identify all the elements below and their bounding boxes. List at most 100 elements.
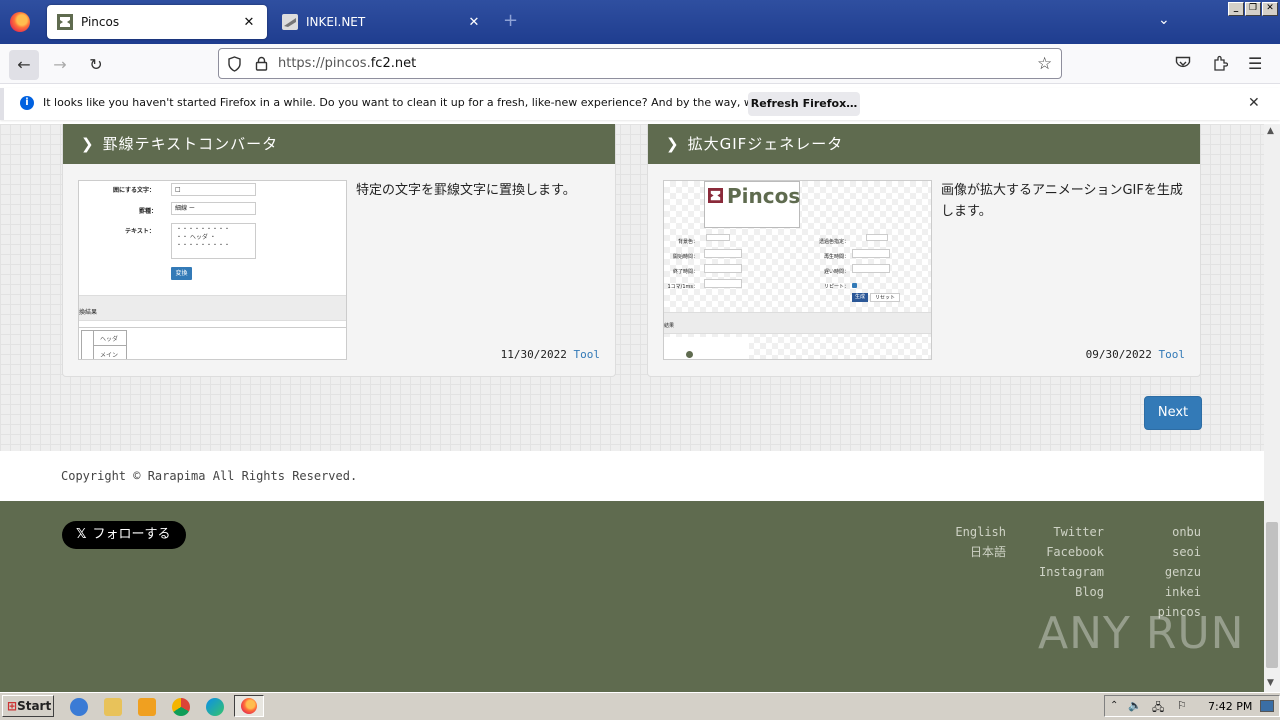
chrome-icon[interactable]	[172, 698, 190, 716]
thumb-label: 背景色：	[677, 239, 698, 245]
card-date: 09/30/2022	[1085, 348, 1152, 361]
bookmark-star-icon[interactable]: ☆	[1037, 54, 1052, 74]
footer-link-english[interactable]: English	[946, 522, 1006, 542]
url-prefix: https://pincos.	[278, 56, 371, 71]
thumb-input	[852, 264, 890, 273]
start-label: Start	[17, 699, 52, 713]
copyright-text: Copyright © Rarapima All Rights Reserved…	[61, 469, 358, 483]
thumb-label: 終了時間：	[672, 269, 698, 275]
hamburger-menu-icon[interactable]: ☰	[1248, 54, 1262, 73]
info-icon: i	[20, 96, 34, 110]
thumb-logo-box: Pincos	[704, 181, 800, 228]
card-meta: 11/30/2022 Tool	[501, 348, 600, 361]
thumb-input	[852, 249, 890, 258]
close-tab-icon[interactable]: ✕	[466, 15, 482, 30]
card-tag-link[interactable]: Tool	[1159, 348, 1186, 361]
volume-icon[interactable]: 🔈	[1128, 699, 1142, 712]
tab-inkei[interactable]: INKEI.NET ✕	[272, 5, 492, 39]
chevron-down-icon[interactable]: ⌄	[1158, 12, 1170, 28]
url-text[interactable]: https://pincos.fc2.net	[278, 56, 416, 71]
scrollbar-thumb[interactable]	[1266, 522, 1278, 668]
thumb-label: 罫種：	[139, 208, 158, 215]
back-icon[interactable]: ←	[9, 50, 39, 80]
thumb-table-cell: メイン	[100, 352, 119, 359]
footer-link-instagram[interactable]: Instagram	[1024, 562, 1104, 582]
thumb-button: 変換	[171, 267, 192, 280]
card-tag-link[interactable]: Tool	[574, 348, 601, 361]
windows-flag-icon: ⊞	[7, 699, 18, 713]
show-desktop-icon[interactable]	[1260, 700, 1274, 712]
thumb-labels-right: 透過色指定： 再生時間： 遅い時間： リピート：	[804, 235, 849, 295]
footer-link-genzu[interactable]: genzu	[1140, 562, 1201, 582]
edge-icon[interactable]	[206, 698, 224, 716]
ie-icon[interactable]	[70, 698, 88, 716]
shield-icon[interactable]	[227, 56, 242, 72]
close-tab-icon[interactable]: ✕	[241, 15, 257, 30]
start-button[interactable]: ⊞Start	[2, 695, 54, 717]
pincos-favicon-icon	[57, 14, 73, 30]
footer-link-twitter[interactable]: Twitter	[1024, 522, 1104, 542]
footer-link-japanese[interactable]: 日本語	[946, 542, 1006, 562]
thumb-logo-text: Pincos	[727, 184, 801, 208]
flag-icon[interactable]: ⚐	[1177, 699, 1187, 712]
card-title[interactable]: ❯ 罫線テキストコンバータ	[63, 124, 615, 164]
card-thumbnail[interactable]: 囲にする文字： □ 罫種： 細線 ー テキスト： ・・・・・・・・・ ・・ ヘッダ…	[78, 180, 347, 360]
thumb-button: リセット	[870, 293, 900, 302]
refresh-firefox-button[interactable]: Refresh Firefox…	[748, 92, 860, 116]
network-icon[interactable]: 🖧	[1152, 699, 1164, 718]
tab-title: Pincos	[81, 15, 120, 29]
new-tab-icon[interactable]: +	[503, 10, 518, 31]
firefox-menu-icon[interactable]	[10, 12, 30, 32]
card-description: 特定の文字を罫線文字に置換します。	[356, 183, 576, 198]
footer-social-links: Twitter Facebook Instagram Blog	[1024, 522, 1104, 602]
media-player-icon[interactable]	[138, 698, 156, 716]
footer-lang-links: English 日本語	[946, 522, 1006, 562]
thumb-table-line	[93, 345, 127, 346]
thumb-table: ヘッダ メイン	[81, 330, 127, 359]
reload-icon[interactable]: ↻	[81, 50, 111, 80]
thumb-input	[866, 234, 888, 241]
tab-pincos[interactable]: Pincos ✕	[47, 5, 267, 39]
thumb-label: リピート：	[823, 284, 849, 290]
tray-expand-icon[interactable]: ⌃	[1110, 700, 1118, 711]
lock-icon[interactable]	[255, 56, 268, 71]
forward-icon[interactable]: →	[45, 50, 75, 80]
footer-link-seoi[interactable]: seoi	[1140, 542, 1201, 562]
extensions-icon[interactable]	[1212, 55, 1228, 72]
firefox-taskbar-button[interactable]	[234, 695, 264, 717]
card-title-text: 罫線テキストコンバータ	[102, 135, 279, 153]
twitter-follow-button[interactable]: 𝕏 フォローする	[62, 521, 186, 549]
footer-link-inkei[interactable]: inkei	[1140, 582, 1201, 602]
footer-link-facebook[interactable]: Facebook	[1024, 542, 1104, 562]
thumb-input	[704, 279, 742, 288]
card-thumbnail[interactable]: Pincos 背景色： 開始時間： 終了時間： 1コマ/1ms： 透過色指定： …	[663, 180, 932, 360]
pocket-icon[interactable]	[1175, 56, 1191, 71]
card-date: 11/30/2022	[500, 348, 567, 361]
explorer-folder-icon[interactable]	[104, 698, 122, 716]
card-gif-generator: ❯ 拡大GIFジェネレータ Pincos 背景色： 開始時間： 終了時間： 1コマ…	[647, 124, 1201, 377]
anyrun-watermark: ANY RUN	[1038, 608, 1245, 659]
footer-link-blog[interactable]: Blog	[1024, 582, 1104, 602]
x-logo-icon: 𝕏	[76, 527, 87, 542]
thumb-label: 換結果	[79, 309, 98, 316]
thumb-textarea: ・・・・・・・・・ ・・ ヘッダ ・・・・・・・・・・	[171, 223, 256, 259]
card-description: 画像が拡大するアニメーションGIFを生成します。	[941, 183, 1183, 219]
thumb-label: テキスト：	[125, 228, 155, 235]
clock: 7:42 PM	[1208, 700, 1253, 713]
restore-button[interactable]: ❐	[1245, 2, 1261, 16]
thumb-labels-left: 背景色： 開始時間： 終了時間： 1コマ/1ms：	[666, 235, 698, 295]
next-page-button[interactable]: Next	[1144, 396, 1202, 430]
minimize-button[interactable]: _	[1228, 2, 1244, 16]
thumb-select: 細線 ー	[171, 202, 256, 215]
card-ruled-text-converter: ❯ 罫線テキストコンバータ 囲にする文字： □ 罫種： 細線 ー テキスト： ・・…	[62, 124, 616, 377]
close-window-button[interactable]: ✕	[1262, 2, 1278, 16]
scroll-down-icon[interactable]: ▼	[1267, 678, 1274, 688]
thumb-input: □	[171, 183, 256, 196]
scroll-up-icon[interactable]: ▲	[1267, 126, 1274, 136]
card-title-text: 拡大GIFジェネレータ	[687, 135, 844, 153]
footer-site-links: onbu seoi genzu inkei pincos	[1140, 522, 1201, 622]
close-icon[interactable]: ✕	[1248, 95, 1260, 111]
thumb-dot	[686, 351, 693, 358]
footer-link-onbu[interactable]: onbu	[1140, 522, 1201, 542]
card-title[interactable]: ❯ 拡大GIFジェネレータ	[648, 124, 1200, 164]
